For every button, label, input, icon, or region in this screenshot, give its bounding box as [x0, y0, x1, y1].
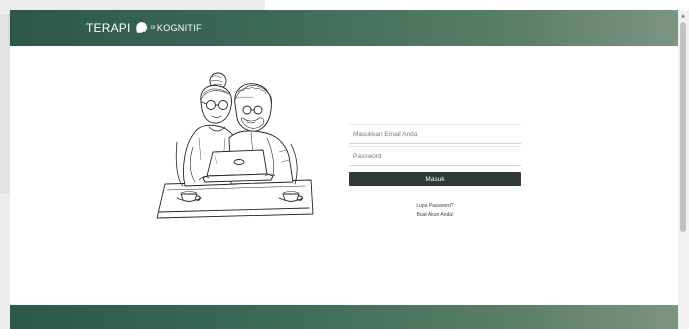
- main-content: [10, 46, 678, 304]
- login-button[interactable]: Masuk: [349, 172, 521, 186]
- login-links: Lupa Password? Buat Akun Anda!: [349, 202, 521, 220]
- elderly-couple-laptop-illustration: [156, 72, 314, 219]
- site-footer: [10, 305, 678, 329]
- head-profile-icon: [135, 22, 148, 33]
- scroll-up-arrow-icon[interactable]: ▲: [681, 13, 685, 19]
- login-form: Masuk Lupa Password? Buat Akun Anda!: [349, 124, 521, 220]
- forgot-password-link[interactable]: Lupa Password?: [349, 202, 521, 211]
- password-field[interactable]: [349, 146, 521, 166]
- logo-text-mid: dr: [150, 24, 156, 31]
- email-field[interactable]: [349, 124, 521, 144]
- scrollbar-thumb[interactable]: [680, 22, 686, 232]
- site-logo[interactable]: TERAPI dr KOGNITIF: [86, 20, 202, 35]
- logo-text-kognitif: KOGNITIF: [156, 22, 202, 33]
- site-header: TERAPI dr KOGNITIF: [10, 10, 678, 46]
- logo-text-terapi: TERAPI: [86, 20, 131, 35]
- register-link[interactable]: Buat Akun Anda!: [349, 211, 521, 220]
